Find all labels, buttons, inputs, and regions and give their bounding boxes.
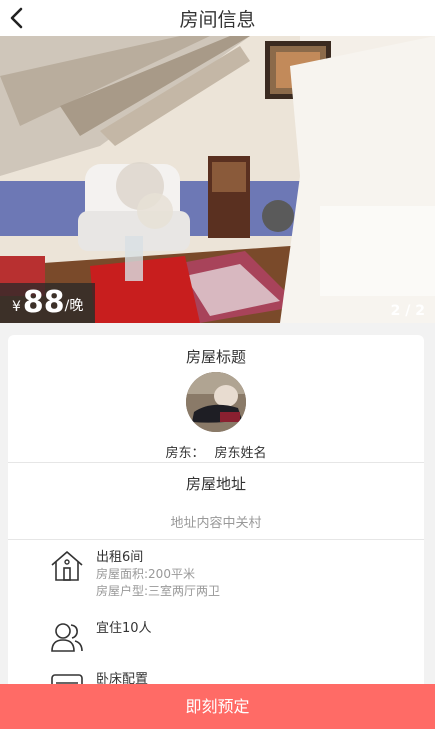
currency-symbol: ¥ [12, 299, 21, 315]
avatar-image [186, 372, 246, 432]
nav-bar: 房间信息 [0, 0, 435, 36]
page-title: 房间信息 [179, 9, 256, 31]
landlord-label: 房东： [165, 446, 205, 461]
price-tag: ¥ 88 /晚 [0, 283, 96, 323]
address-text: 地址内容中关村 [170, 516, 262, 531]
address-heading: 房屋地址 [185, 475, 246, 493]
page-gutter [424, 323, 435, 684]
divider [8, 539, 424, 540]
feature-layout: 房屋户型:三室两厅两卫 [96, 584, 221, 598]
house-icon [50, 549, 84, 583]
room-info-card: 房屋标题 房东： 房东姓名 房屋地址 地址内容中关村 出租6间 房屋面积:200平… [8, 335, 424, 729]
house-title-heading: 房屋标题 [185, 348, 246, 366]
price-value: 88 [22, 285, 65, 320]
feature-area: 房屋面积:200平米 [96, 567, 195, 581]
landlord-name: 房东姓名 [214, 446, 267, 461]
book-now-button[interactable]: 即刻预定 [0, 684, 435, 729]
room-photo-carousel[interactable]: ¥ 88 /晚 2 / 2 [0, 36, 435, 323]
landlord-info: 房东： 房东姓名 [8, 442, 424, 461]
photo-pager: 2 / 2 [390, 303, 425, 319]
price-unit: /晚 [64, 298, 84, 314]
feature-capacity-title: 宜住10人 [96, 621, 152, 636]
divider [8, 462, 424, 463]
users-icon [50, 620, 84, 654]
feature-rooms-title: 出租6间 [96, 550, 144, 565]
landlord-avatar[interactable] [186, 372, 246, 432]
room-photo [0, 36, 435, 323]
